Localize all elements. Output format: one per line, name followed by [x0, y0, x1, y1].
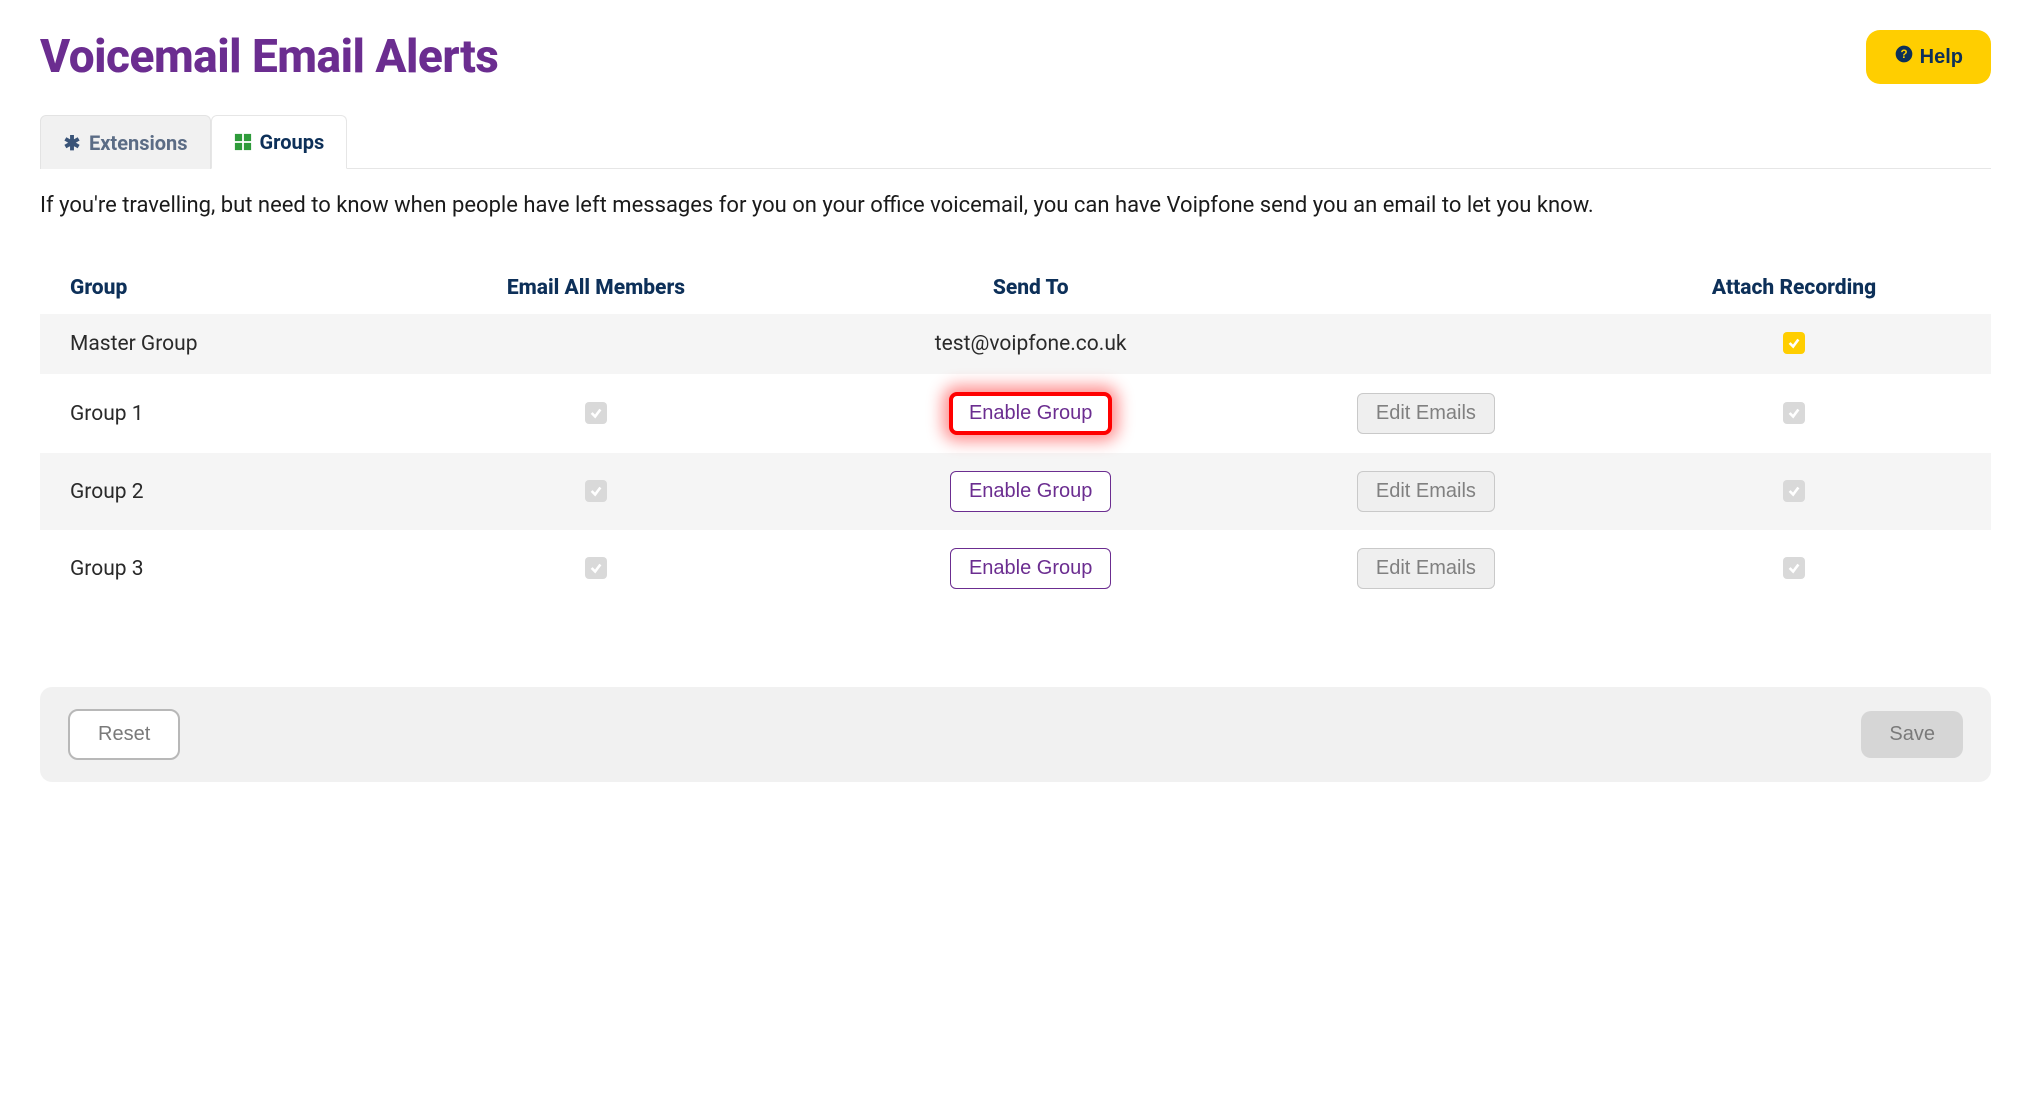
attach-recording-checkbox[interactable] — [1783, 557, 1805, 579]
attach-recording-checkbox[interactable] — [1783, 480, 1805, 502]
send-to-cell: Enable Group — [807, 453, 1255, 530]
save-button[interactable]: Save — [1861, 711, 1963, 758]
email-all-checkbox[interactable] — [585, 402, 607, 424]
edit-cell — [1255, 314, 1597, 374]
edit-cell: Edit Emails — [1255, 530, 1597, 607]
svg-text:?: ? — [1900, 48, 1907, 61]
send-to-cell: Enable Group — [807, 530, 1255, 607]
tab-groups[interactable]: Groups — [211, 115, 348, 169]
col-send-to: Send To — [807, 262, 1255, 314]
reset-button[interactable]: Reset — [68, 709, 180, 760]
enable-group-button[interactable]: Enable Group — [950, 471, 1111, 512]
edit-emails-button[interactable]: Edit Emails — [1357, 471, 1495, 512]
help-icon: ? — [1894, 44, 1914, 70]
attach-cell — [1597, 314, 1991, 374]
table-row: Group 3 Enable Group Edit Emails — [40, 530, 1991, 607]
group-name: Group 1 — [40, 374, 385, 453]
edit-cell: Edit Emails — [1255, 374, 1597, 453]
edit-emails-button[interactable]: Edit Emails — [1357, 548, 1495, 589]
enable-group-button[interactable]: Enable Group — [949, 392, 1112, 435]
tab-bar: ✱ Extensions Groups — [40, 114, 1991, 169]
attach-cell — [1597, 453, 1991, 530]
email-all-cell — [385, 453, 806, 530]
col-attach: Attach Recording — [1597, 262, 1991, 314]
tab-extensions[interactable]: ✱ Extensions — [40, 115, 211, 169]
col-email-all: Email All Members — [385, 262, 806, 314]
send-to-email: test@voipfone.co.uk — [935, 332, 1127, 356]
table-row: Group 1 Enable Group Edit Emails — [40, 374, 1991, 453]
group-name: Group 3 — [40, 530, 385, 607]
help-label: Help — [1920, 46, 1963, 69]
help-button[interactable]: ? Help — [1866, 30, 1991, 84]
send-to-cell: test@voipfone.co.uk — [807, 314, 1255, 374]
email-all-cell — [385, 314, 806, 374]
col-group: Group — [40, 262, 385, 314]
group-name: Master Group — [40, 314, 385, 374]
email-all-cell — [385, 374, 806, 453]
attach-cell — [1597, 374, 1991, 453]
tab-groups-label: Groups — [260, 130, 325, 154]
footer-bar: Reset Save — [40, 687, 1991, 782]
col-edit — [1255, 262, 1597, 314]
tab-extensions-label: Extensions — [89, 131, 188, 155]
email-all-checkbox[interactable] — [585, 480, 607, 502]
groups-table: Group Email All Members Send To Attach R… — [40, 262, 1991, 607]
email-all-checkbox[interactable] — [585, 557, 607, 579]
attach-recording-checkbox[interactable] — [1783, 402, 1805, 424]
table-row: Group 2 Enable Group Edit Emails — [40, 453, 1991, 530]
grid-icon — [234, 133, 252, 151]
edit-emails-button[interactable]: Edit Emails — [1357, 393, 1495, 434]
attach-recording-checkbox[interactable] — [1783, 332, 1805, 354]
edit-cell: Edit Emails — [1255, 453, 1597, 530]
email-all-cell — [385, 530, 806, 607]
attach-cell — [1597, 530, 1991, 607]
asterisk-icon: ✱ — [63, 134, 81, 152]
group-name: Group 2 — [40, 453, 385, 530]
page-title: Voicemail Email Alerts — [40, 30, 498, 84]
table-row: Master Group test@voipfone.co.uk — [40, 314, 1991, 374]
enable-group-button[interactable]: Enable Group — [950, 548, 1111, 589]
send-to-cell: Enable Group — [807, 374, 1255, 453]
description-text: If you're travelling, but need to know w… — [40, 189, 1893, 222]
